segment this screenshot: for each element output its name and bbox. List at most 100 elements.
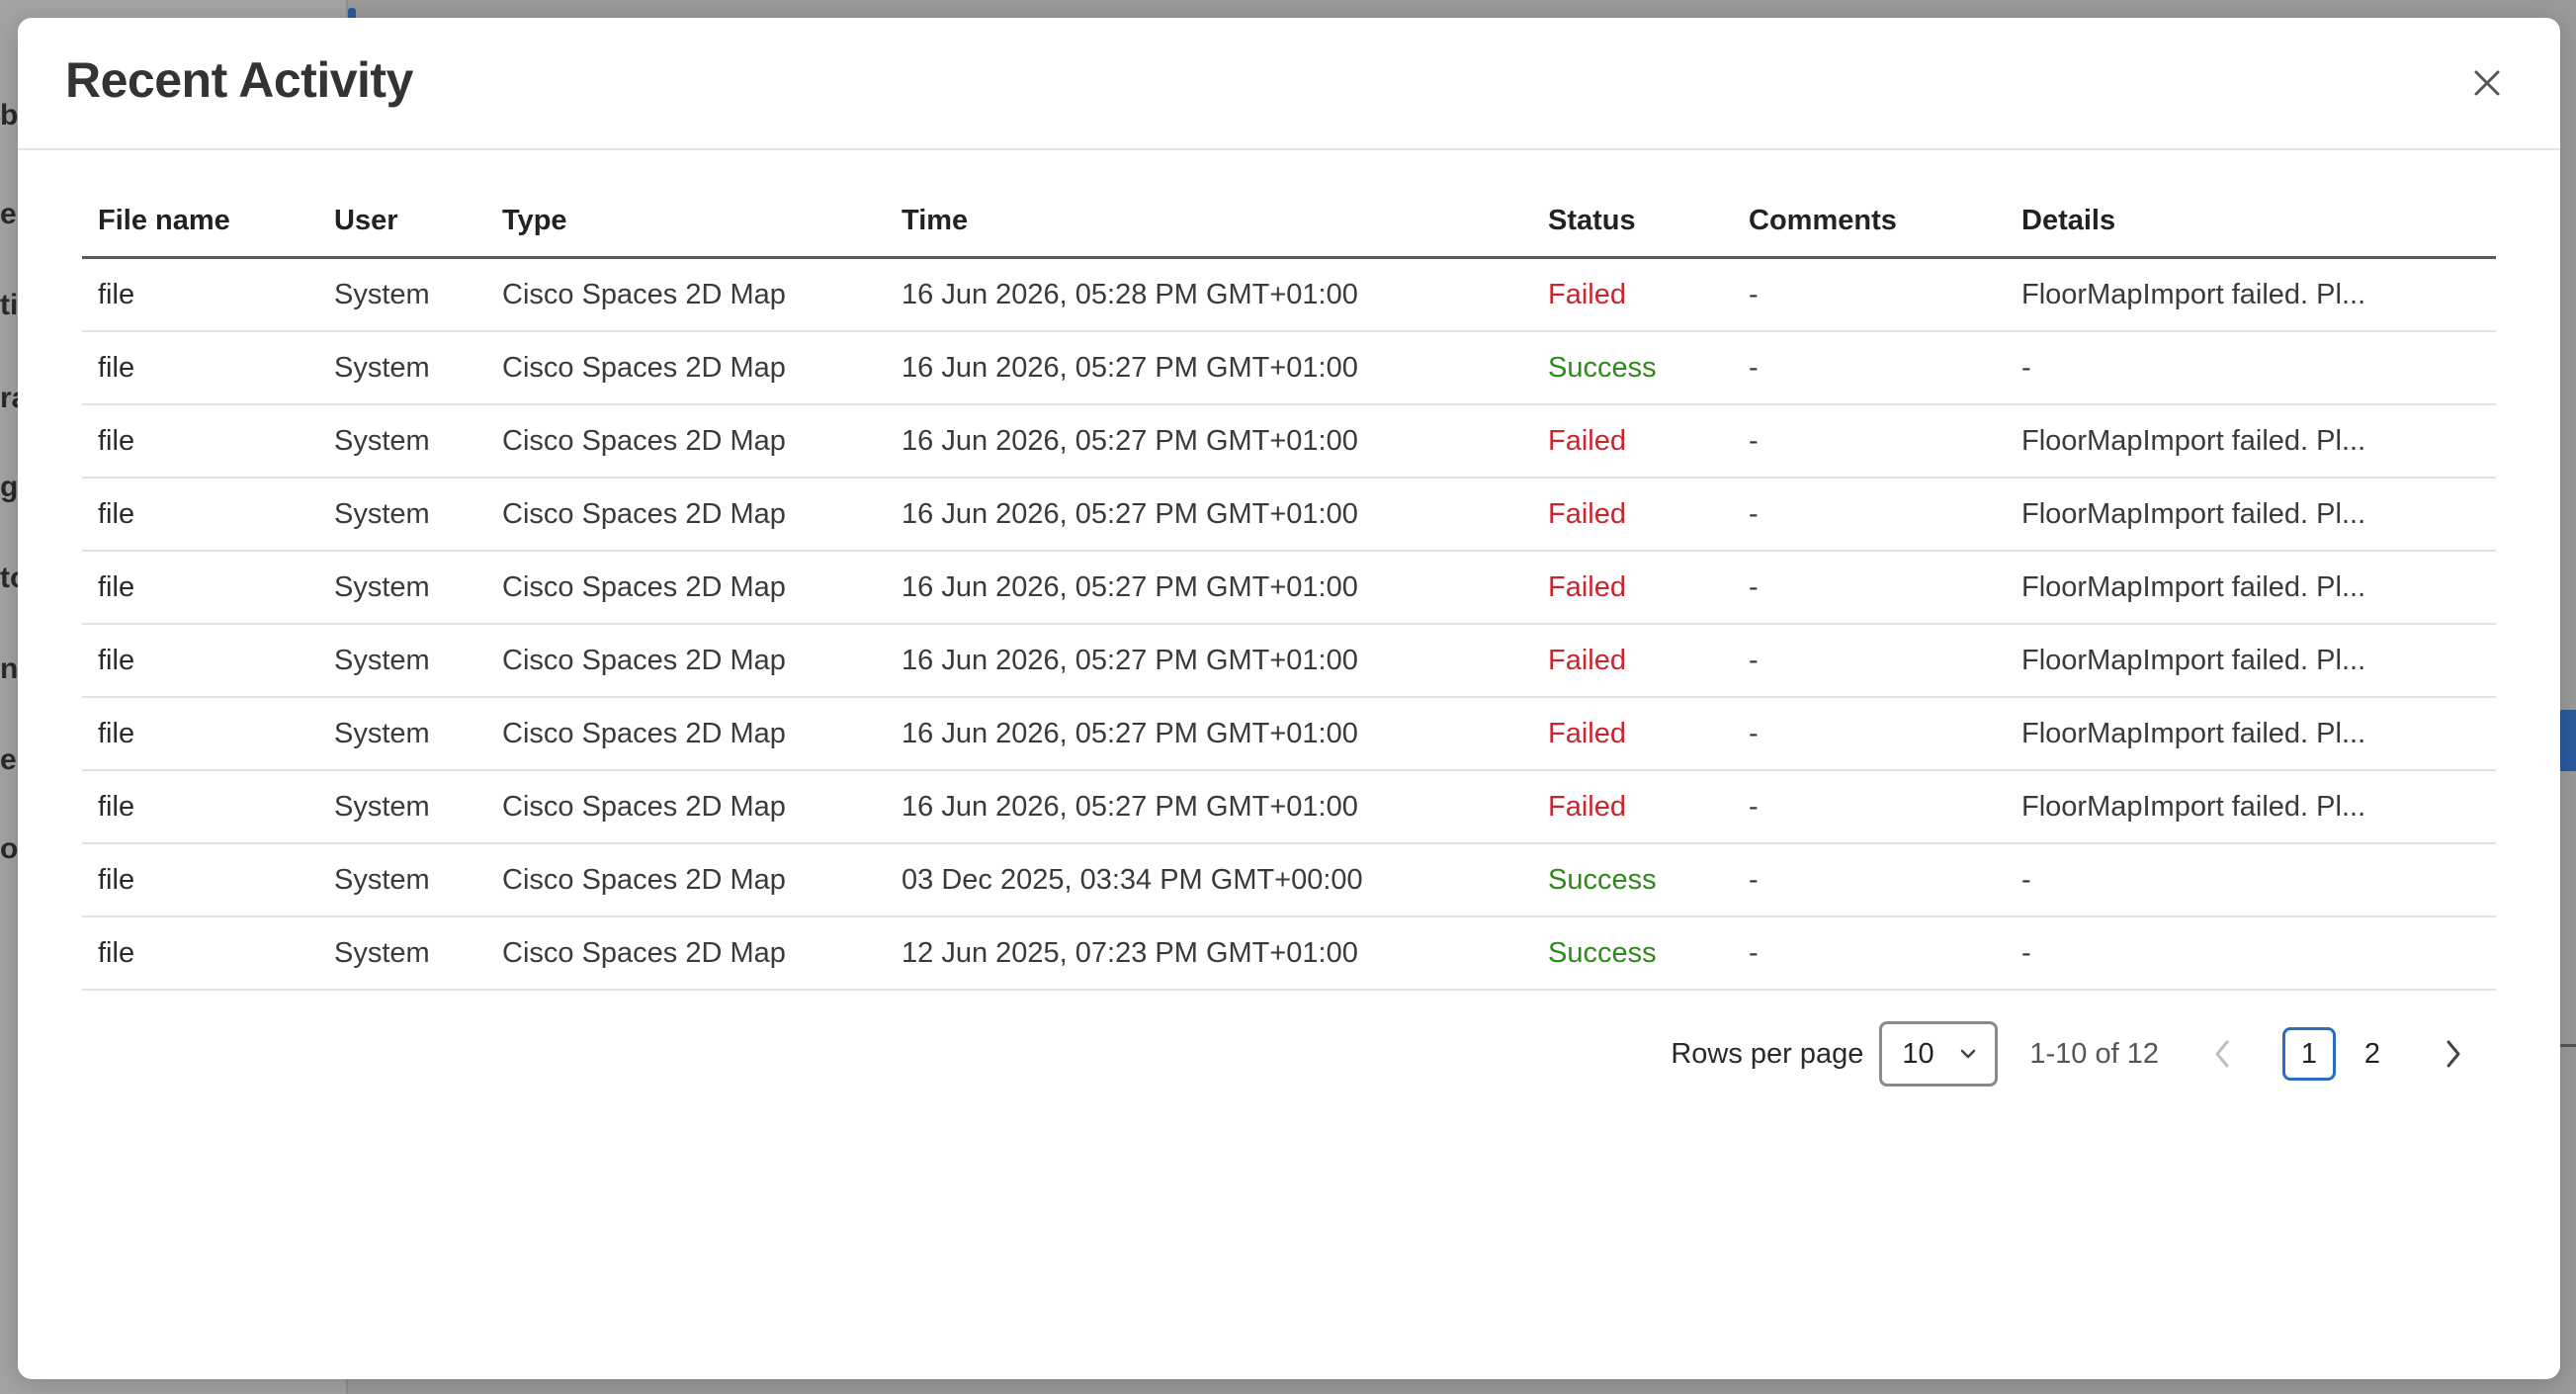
table-row[interactable]: file System Cisco Spaces 2D Map 12 Jun 2025…: [82, 917, 2496, 991]
cell-details: FloorMapImport failed. Pl...: [2021, 790, 2366, 823]
table-row[interactable]: file System Cisco Spaces 2D Map 16 Jun 2026…: [82, 405, 2496, 479]
table-row[interactable]: file System Cisco Spaces 2D Map 03 Dec 2025…: [82, 844, 2496, 917]
cell-comments: -: [1749, 497, 1759, 530]
table-row[interactable]: file System Cisco Spaces 2D Map 16 Jun 2026…: [82, 552, 2496, 625]
cell-type: Cisco Spaces 2D Map: [502, 863, 786, 896]
cell-user: System: [334, 278, 430, 310]
table-row[interactable]: file System Cisco Spaces 2D Map 16 Jun 2026…: [82, 332, 2496, 405]
cell-file-name: file: [98, 863, 135, 896]
pagination: Rows per page 10 1-10 of 12 1 2: [1671, 1020, 2473, 1088]
cell-user: System: [334, 863, 430, 896]
cell-status: Failed: [1548, 790, 1626, 823]
cell-user: System: [334, 717, 430, 749]
dialog-title: Recent Activity: [65, 52, 413, 108]
cell-type: Cisco Spaces 2D Map: [502, 570, 786, 603]
cell-time: 16 Jun 2026, 05:27 PM GMT+01:00: [902, 717, 1358, 749]
cell-type: Cisco Spaces 2D Map: [502, 351, 786, 384]
cell-status: Failed: [1548, 278, 1626, 310]
cell-type: Cisco Spaces 2D Map: [502, 936, 786, 969]
cell-details: -: [2021, 936, 2031, 969]
cell-details: FloorMapImport failed. Pl...: [2021, 497, 2366, 530]
cell-type: Cisco Spaces 2D Map: [502, 717, 786, 749]
rows-per-page-value: 10: [1902, 1037, 1934, 1070]
cell-type: Cisco Spaces 2D Map: [502, 424, 786, 457]
cell-file-name: file: [98, 570, 135, 603]
cell-details: -: [2021, 351, 2031, 384]
page-button-2[interactable]: 2: [2346, 1027, 2399, 1081]
cell-status: Failed: [1548, 644, 1626, 676]
cell-comments: -: [1749, 570, 1759, 603]
close-icon: [2474, 70, 2500, 96]
column-header-time: Time: [902, 205, 969, 236]
previous-page-button[interactable]: [2202, 1029, 2242, 1079]
cell-user: System: [334, 351, 430, 384]
rows-per-page-label: Rows per page: [1671, 1037, 1864, 1070]
chevron-down-icon: [1961, 1049, 1976, 1059]
pagination-range: 1-10 of 12: [2029, 1037, 2159, 1070]
cell-file-name: file: [98, 790, 135, 823]
cell-time: 16 Jun 2026, 05:27 PM GMT+01:00: [902, 644, 1358, 676]
cell-file-name: file: [98, 717, 135, 749]
cell-comments: -: [1749, 717, 1759, 749]
cell-user: System: [334, 497, 430, 530]
dialog-header: Recent Activity: [18, 18, 2560, 150]
rows-per-page-select[interactable]: 10: [1879, 1021, 1999, 1087]
cell-status: Failed: [1548, 717, 1626, 749]
cell-user: System: [334, 424, 430, 457]
cell-comments: -: [1749, 278, 1759, 310]
cell-time: 16 Jun 2026, 05:27 PM GMT+01:00: [902, 570, 1358, 603]
cell-status: Success: [1548, 936, 1657, 969]
cell-comments: -: [1749, 351, 1759, 384]
cell-details: FloorMapImport failed. Pl...: [2021, 570, 2366, 603]
next-page-button[interactable]: [2434, 1029, 2473, 1079]
column-header-comments: Comments: [1749, 205, 1897, 236]
activity-table: File name User Type Time Status Comments…: [82, 186, 2496, 991]
cell-time: 12 Jun 2025, 07:23 PM GMT+01:00: [902, 936, 1358, 969]
cell-file-name: file: [98, 644, 135, 676]
cell-comments: -: [1749, 863, 1759, 896]
cell-type: Cisco Spaces 2D Map: [502, 497, 786, 530]
cell-details: FloorMapImport failed. Pl...: [2021, 717, 2366, 749]
cell-time: 16 Jun 2026, 05:27 PM GMT+01:00: [902, 790, 1358, 823]
cell-details: FloorMapImport failed. Pl...: [2021, 278, 2366, 310]
table-header-row: File name User Type Time Status Comments…: [82, 186, 2496, 259]
cell-user: System: [334, 790, 430, 823]
cell-time: 16 Jun 2026, 05:27 PM GMT+01:00: [902, 424, 1358, 457]
cell-file-name: file: [98, 936, 135, 969]
chevron-right-icon: [2447, 1040, 2460, 1068]
page-button-1[interactable]: 1: [2282, 1027, 2336, 1081]
cell-time: 03 Dec 2025, 03:34 PM GMT+00:00: [902, 863, 1363, 896]
cell-file-name: file: [98, 424, 135, 457]
recent-activity-dialog: Recent Activity File name User Type Time…: [18, 18, 2560, 1379]
cell-comments: -: [1749, 644, 1759, 676]
cell-user: System: [334, 936, 430, 969]
cell-status: Failed: [1548, 570, 1626, 603]
cell-status: Success: [1548, 863, 1657, 896]
cell-time: 16 Jun 2026, 05:28 PM GMT+01:00: [902, 278, 1358, 310]
cell-file-name: file: [98, 351, 135, 384]
cell-status: Failed: [1548, 424, 1626, 457]
cell-file-name: file: [98, 278, 135, 310]
cell-status: Success: [1548, 351, 1657, 384]
table-body: file System Cisco Spaces 2D Map 16 Jun 2026…: [82, 259, 2496, 991]
cell-user: System: [334, 570, 430, 603]
close-button[interactable]: [2467, 63, 2507, 103]
column-header-file-name: File name: [98, 205, 230, 236]
cell-comments: -: [1749, 790, 1759, 823]
cell-details: FloorMapImport failed. Pl...: [2021, 424, 2366, 457]
table-row[interactable]: file System Cisco Spaces 2D Map 16 Jun 2026…: [82, 698, 2496, 771]
chevron-left-icon: [2215, 1040, 2229, 1068]
cell-user: System: [334, 644, 430, 676]
column-header-status: Status: [1548, 205, 1636, 236]
table-row[interactable]: file System Cisco Spaces 2D Map 16 Jun 2026…: [82, 479, 2496, 552]
table-row[interactable]: file System Cisco Spaces 2D Map 16 Jun 2026…: [82, 625, 2496, 698]
column-header-user: User: [334, 205, 398, 236]
table-row[interactable]: file System Cisco Spaces 2D Map 16 Jun 2026…: [82, 259, 2496, 332]
cell-type: Cisco Spaces 2D Map: [502, 644, 786, 676]
cell-file-name: file: [98, 497, 135, 530]
cell-time: 16 Jun 2026, 05:27 PM GMT+01:00: [902, 497, 1358, 530]
cell-type: Cisco Spaces 2D Map: [502, 278, 786, 310]
column-header-type: Type: [502, 205, 567, 236]
cell-details: FloorMapImport failed. Pl...: [2021, 644, 2366, 676]
table-row[interactable]: file System Cisco Spaces 2D Map 16 Jun 2026…: [82, 771, 2496, 844]
